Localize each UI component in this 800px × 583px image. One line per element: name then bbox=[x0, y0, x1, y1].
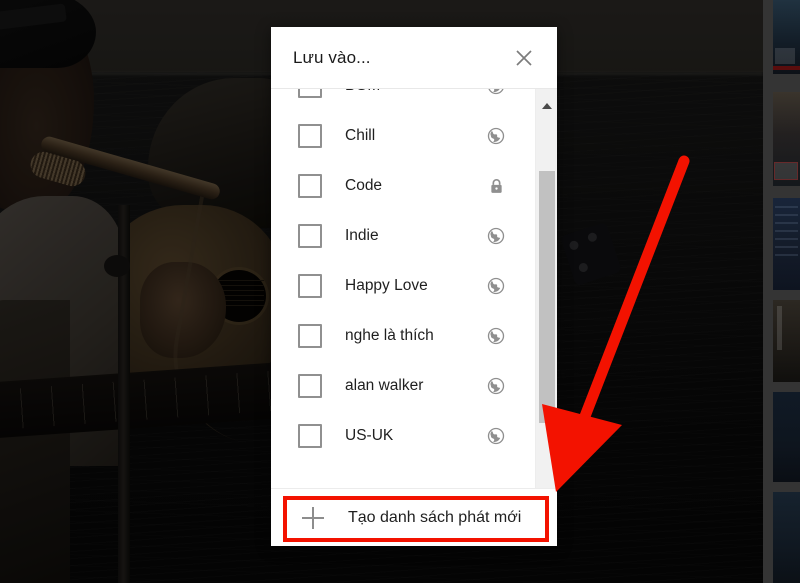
related-thumbnail[interactable] bbox=[773, 392, 800, 482]
playlist-row[interactable]: BGM bbox=[271, 89, 535, 111]
playlist-name: Indie bbox=[345, 227, 379, 244]
globe-icon bbox=[485, 275, 507, 297]
globe-icon bbox=[485, 89, 507, 97]
scrollbar-thumb[interactable] bbox=[539, 171, 555, 423]
playlist-row[interactable]: Code bbox=[271, 161, 535, 211]
related-thumbnail[interactable] bbox=[773, 300, 800, 382]
scroll-up-button[interactable] bbox=[536, 97, 557, 115]
playlist-list-container: BGM Chill Code bbox=[271, 89, 557, 488]
playlist-name: US-UK bbox=[345, 427, 394, 444]
create-new-playlist-button[interactable]: Tạo danh sách phát mới bbox=[280, 498, 548, 538]
playlist-checkbox[interactable] bbox=[298, 424, 322, 448]
playlist-row[interactable]: nghe là thích bbox=[271, 311, 535, 361]
playlist-name: nghe là thích bbox=[345, 327, 434, 344]
playlist-name: alan walker bbox=[345, 377, 424, 394]
dialog-footer: Tạo danh sách phát mới bbox=[271, 488, 557, 546]
playlist-row[interactable]: alan walker bbox=[271, 361, 535, 411]
plus-icon bbox=[302, 506, 324, 529]
playlist-name: Code bbox=[345, 177, 383, 194]
playlist-checkbox[interactable] bbox=[298, 374, 322, 398]
playlist-checkbox[interactable] bbox=[298, 124, 322, 148]
playlist-name: Chill bbox=[345, 127, 376, 144]
save-to-playlist-dialog: Lưu vào... BGM bbox=[271, 27, 557, 546]
playlist-row[interactable]: US-UK bbox=[271, 411, 535, 461]
globe-icon bbox=[485, 425, 507, 447]
dialog-header: Lưu vào... bbox=[271, 27, 557, 89]
globe-icon bbox=[485, 325, 507, 347]
playlist-name: BGM bbox=[345, 89, 485, 95]
playlist-row[interactable]: Chill bbox=[271, 111, 535, 161]
globe-icon bbox=[485, 375, 507, 397]
close-button[interactable] bbox=[507, 41, 541, 75]
close-icon bbox=[514, 48, 534, 68]
related-thumbnail[interactable] bbox=[773, 198, 800, 290]
screen: Lưu vào... BGM bbox=[0, 0, 800, 583]
globe-icon bbox=[485, 125, 507, 147]
lock-icon bbox=[485, 175, 507, 197]
playlist-checkbox[interactable] bbox=[298, 174, 322, 198]
playlist-checkbox[interactable] bbox=[298, 274, 322, 298]
playlist-row[interactable]: Happy Love bbox=[271, 261, 535, 311]
chevron-up-icon bbox=[541, 97, 553, 115]
playlist-checkbox[interactable] bbox=[298, 324, 322, 348]
create-new-playlist-label: Tạo danh sách phát mới bbox=[348, 508, 522, 526]
globe-icon bbox=[485, 225, 507, 247]
playlist-name: Happy Love bbox=[345, 277, 428, 294]
related-thumbnail[interactable] bbox=[773, 92, 800, 186]
playlist-scrollbar[interactable] bbox=[535, 89, 557, 488]
dialog-title: Lưu vào... bbox=[293, 47, 371, 67]
related-thumbnail[interactable] bbox=[773, 492, 800, 583]
playlist-list: BGM Chill Code bbox=[271, 89, 535, 461]
playlist-checkbox[interactable] bbox=[298, 89, 322, 98]
playlist-row[interactable]: Indie bbox=[271, 211, 535, 261]
playlist-checkbox[interactable] bbox=[298, 224, 322, 248]
related-thumbnail[interactable] bbox=[773, 0, 800, 74]
related-videos-rail[interactable] bbox=[763, 0, 800, 583]
